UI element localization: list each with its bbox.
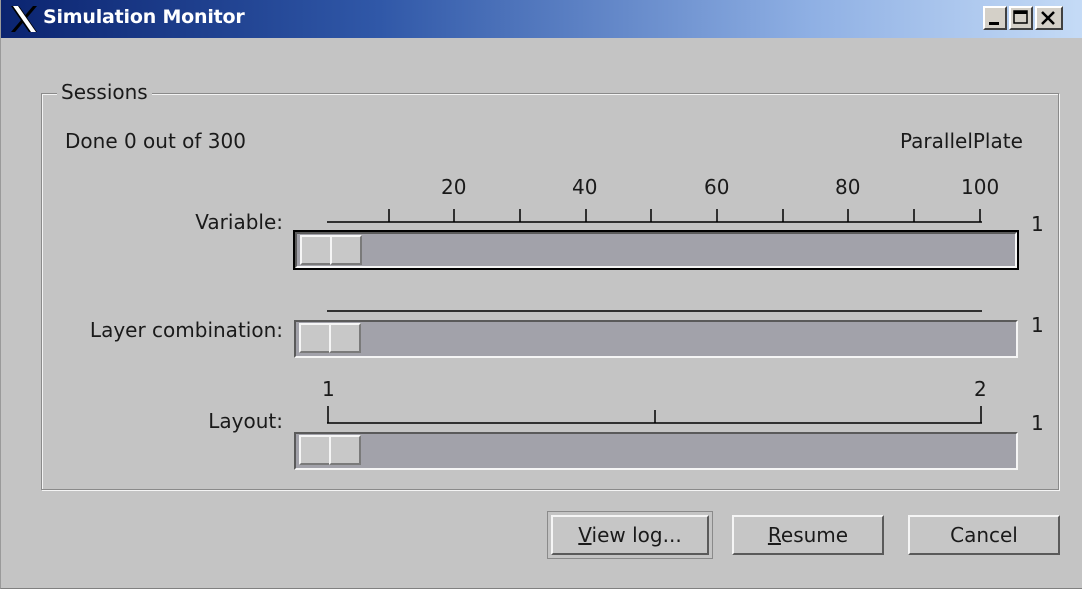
maximize-button[interactable] bbox=[1009, 6, 1033, 30]
x11-logo-icon bbox=[11, 6, 37, 32]
resume-label: esume bbox=[780, 523, 849, 547]
cancel-button[interactable]: Cancel bbox=[908, 515, 1060, 555]
variable-tick-label: 100 bbox=[961, 175, 1000, 199]
progress-status-text: Done 0 out of 300 bbox=[65, 129, 246, 153]
model-name-text: ParallelPlate bbox=[900, 129, 1023, 153]
layout-value: 1 bbox=[1031, 411, 1044, 435]
layer-combination-slider[interactable] bbox=[294, 320, 1018, 358]
variable-tick-label: 60 bbox=[704, 175, 730, 199]
sessions-groupbox-label: Sessions bbox=[57, 80, 152, 104]
view-log-mnemonic: V bbox=[578, 523, 592, 547]
resume-mnemonic: R bbox=[767, 523, 781, 547]
window-title: Simulation Monitor bbox=[43, 6, 245, 28]
view-log-label: iew log... bbox=[591, 523, 682, 547]
variable-tick-label: 40 bbox=[572, 175, 598, 199]
close-icon bbox=[1041, 11, 1055, 25]
slider-handle-left[interactable] bbox=[300, 235, 332, 265]
close-button[interactable] bbox=[1035, 6, 1063, 30]
variable-slider[interactable] bbox=[293, 230, 1019, 270]
maximize-icon bbox=[1013, 10, 1028, 24]
title-bar[interactable]: Simulation Monitor bbox=[1, 0, 1082, 38]
layer-combination-value: 1 bbox=[1031, 313, 1044, 337]
view-log-button[interactable]: View log... bbox=[547, 511, 713, 559]
layer-combination-label: Layer combination: bbox=[89, 318, 283, 342]
slider-handle-right[interactable] bbox=[329, 435, 361, 465]
slider-handle-right[interactable] bbox=[330, 235, 362, 265]
slider-handle-left[interactable] bbox=[299, 435, 331, 465]
simulation-monitor-window: Simulation Monitor Sessions Done 0 out o… bbox=[0, 0, 1082, 589]
layout-min-label: 1 bbox=[322, 377, 335, 401]
variable-tick-label: 20 bbox=[441, 175, 467, 199]
layout-label: Layout: bbox=[208, 409, 283, 433]
minimize-button[interactable] bbox=[983, 6, 1007, 30]
layout-slider[interactable] bbox=[294, 432, 1018, 470]
slider-handle-left[interactable] bbox=[299, 323, 331, 353]
minimize-icon bbox=[989, 22, 999, 25]
layout-max-label: 2 bbox=[974, 377, 987, 401]
variable-label: Variable: bbox=[195, 210, 283, 234]
variable-value: 1 bbox=[1031, 212, 1044, 236]
slider-handle-right[interactable] bbox=[329, 323, 361, 353]
variable-tick-label: 80 bbox=[835, 175, 861, 199]
resume-button[interactable]: Resume bbox=[732, 515, 884, 555]
